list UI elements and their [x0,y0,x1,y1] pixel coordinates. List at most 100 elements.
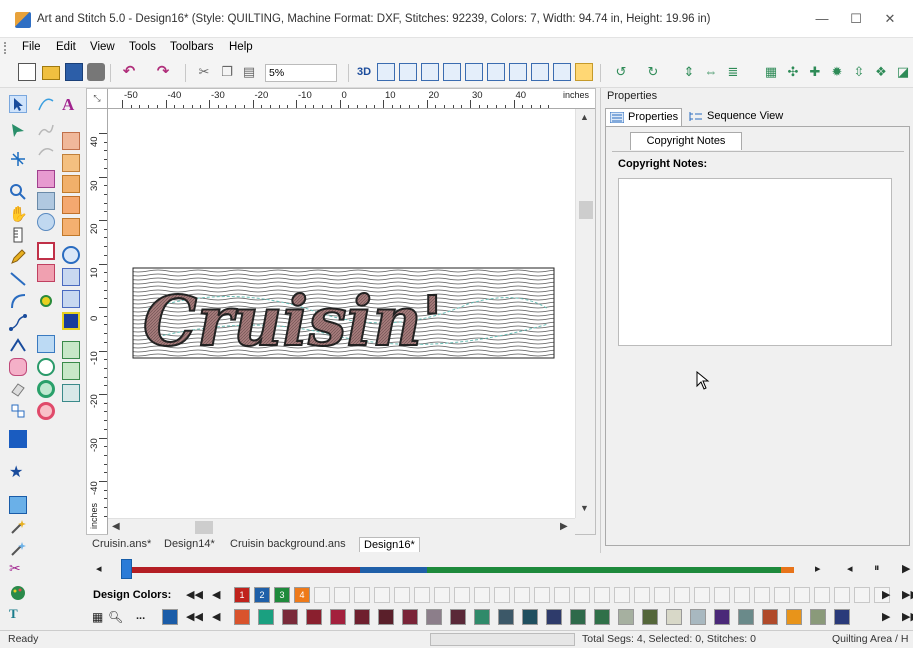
palette-prev-icon[interactable]: ◀ [212,610,220,623]
close-button[interactable]: ✕ [876,8,904,30]
scroll-left-icon[interactable]: ◀ [112,521,120,532]
design-color-swatch[interactable]: 4 [294,587,310,603]
tab-properties[interactable]: Properties [605,108,683,126]
last-color-icon[interactable]: ▶▶ [902,588,913,601]
zoom-input[interactable]: 5% [265,64,337,82]
empty-color-slot[interactable] [514,587,530,603]
wave-fill-icon[interactable] [62,218,80,236]
empty-color-slot[interactable] [574,587,590,603]
rotate-right-icon[interactable]: ↻ [644,63,662,81]
doc-tab-cruisin-background[interactable]: Cruisin background.ans [226,537,350,552]
grid-icon[interactable] [377,63,395,81]
empty-color-slot[interactable] [614,587,630,603]
stitch-view-icon[interactable] [487,63,505,81]
canvas-vertical-scrollbar[interactable]: ▲ ▼ [575,109,595,518]
empty-color-slot[interactable] [674,587,690,603]
mirror-horizontal-icon[interactable]: ⇔ [702,63,720,81]
mirror-vertical-icon[interactable]: ⇕ [680,63,698,81]
palette-color-swatch[interactable] [690,609,706,625]
undo-icon[interactable]: ↶ [120,63,138,81]
frame-icon[interactable] [399,63,417,81]
auto-digitize-icon[interactable] [9,540,27,558]
palette-color-swatch[interactable] [570,609,586,625]
cut-icon[interactable]: ✂ [195,63,213,81]
design-color-swatch[interactable]: 2 [254,587,270,603]
grass-fill-icon[interactable] [62,341,80,359]
mesh-fill-icon[interactable] [62,290,80,308]
scroll-thumb[interactable] [195,521,213,534]
stitch-player-icon[interactable]: ✂ [9,560,27,578]
magic-wand-icon[interactable] [9,518,27,536]
scroll-up-icon[interactable]: ▲ [580,112,589,122]
pan-tool-icon[interactable]: ✋ [9,205,28,223]
cross-stitch-icon[interactable] [62,384,80,402]
quilt-view-icon[interactable] [575,63,593,81]
tab-sequence-view[interactable]: Sequence View [685,108,786,126]
motif-fill-icon[interactable] [62,175,80,193]
color-palette-icon[interactable] [9,584,27,602]
scroll-right-icon[interactable]: ▶ [560,521,568,532]
empty-color-slot[interactable] [754,587,770,603]
cross-fill-icon[interactable] [62,196,80,214]
menu-help[interactable]: Help [229,41,253,53]
empty-color-slot[interactable] [414,587,430,603]
menu-file[interactable]: File [22,41,41,53]
palette-color-swatch[interactable] [306,609,322,625]
palette-color-swatch[interactable] [234,609,250,625]
sequence-back-icon[interactable]: ◂ [847,562,853,575]
copy-icon[interactable]: ❐ [218,63,236,81]
reshape-tool-icon[interactable] [9,121,27,139]
empty-color-slot[interactable] [494,587,510,603]
empty-color-slot[interactable] [834,587,850,603]
empty-color-slot[interactable] [314,587,330,603]
satin-fill-icon[interactable] [37,170,55,188]
outline-icon[interactable] [62,312,80,330]
palette-more-button[interactable]: ... [136,610,145,622]
play-icon[interactable]: ▶ [902,562,910,575]
applique-icon[interactable] [37,264,55,282]
curve-tool-icon[interactable] [37,95,55,113]
palette-grid-icon[interactable]: ▦ [92,610,103,624]
paste-icon[interactable]: ▤ [240,63,258,81]
pencil-tool-icon[interactable] [9,248,27,266]
stitch-edit-icon[interactable] [9,150,27,168]
print-icon[interactable] [87,63,105,81]
gradient-fill-icon[interactable] [62,154,80,172]
display-icon[interactable] [465,63,483,81]
palette-color-swatch[interactable] [594,609,610,625]
view-3d-button[interactable]: 3D [355,63,373,81]
palette-color-swatch[interactable] [474,609,490,625]
sequence-segment[interactable] [359,567,427,573]
palette-color-swatch[interactable] [282,609,298,625]
transform-tool-icon[interactable] [9,402,27,420]
picture-icon[interactable] [531,63,549,81]
color-tool-icon[interactable] [9,430,27,448]
doc-tab-design16[interactable]: Design16* [359,537,420,552]
spline-tool-icon[interactable] [9,314,27,332]
eraser-tool-icon[interactable] [9,380,27,398]
pattern-grid-icon[interactable] [62,362,80,380]
sequence-handle[interactable] [121,559,132,579]
group-icon[interactable]: ❖ [872,63,890,81]
empty-color-slot[interactable] [534,587,550,603]
sequence-segment[interactable] [780,567,794,573]
maximize-button[interactable]: ☐ [842,8,870,30]
redo-icon[interactable]: ↷ [154,63,172,81]
canvas-horizontal-scrollbar[interactable]: ◀ ▶ [108,518,575,535]
prev-color-icon[interactable]: ◀ [212,588,220,601]
sequence-segment[interactable] [126,567,360,573]
trace-tool-icon[interactable] [9,358,27,376]
empty-color-slot[interactable] [334,587,350,603]
empty-color-slot[interactable] [394,587,410,603]
palette-color-swatch[interactable] [426,609,442,625]
menu-toolbars[interactable]: Toolbars [170,41,213,53]
design-workspace[interactable]: Cruisin' [108,109,575,518]
freehand-tool-icon[interactable] [37,121,55,139]
empty-color-slot[interactable] [654,587,670,603]
quilt-design[interactable]: Cruisin' [132,267,555,363]
empty-color-slot[interactable] [634,587,650,603]
menu-tools[interactable]: Tools [129,41,156,53]
circular-fill-icon[interactable] [37,213,55,231]
palette-color-swatch[interactable] [834,609,850,625]
empty-color-slot[interactable] [594,587,610,603]
